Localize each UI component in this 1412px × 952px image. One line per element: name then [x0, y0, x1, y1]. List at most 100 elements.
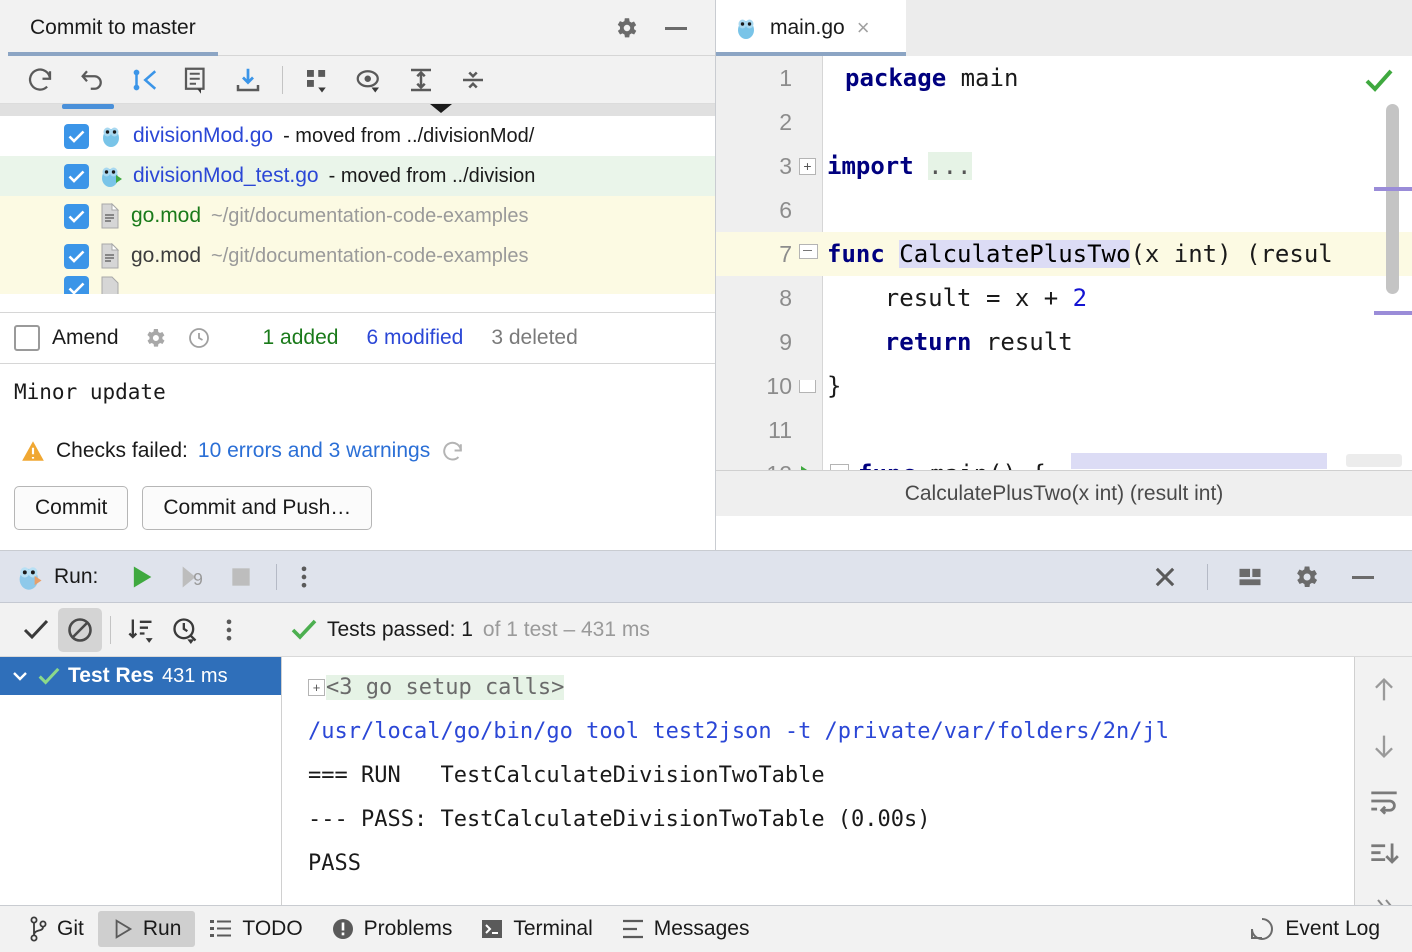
code-line[interactable]: 7 func CalculatePlusTwo(x int) (resul: [716, 232, 1412, 276]
code-line[interactable]: 9 return result: [716, 320, 1412, 364]
changed-files-list[interactable]: divisionMod.go - moved from ../divisionM…: [0, 104, 715, 312]
svg-text:9: 9: [194, 569, 204, 589]
checks-link[interactable]: 10 errors and 3 warnings: [198, 439, 430, 463]
test-tree-row[interactable]: Test Res 431 ms: [0, 657, 281, 695]
code-area[interactable]: 1 package main 2 3 + import ... 6: [716, 56, 1412, 516]
run-header: Run: 9: [0, 551, 1412, 603]
close-icon[interactable]: ×: [857, 17, 870, 39]
show-diff-icon[interactable]: [118, 57, 170, 103]
more-options-icon[interactable]: [299, 563, 309, 591]
console-line[interactable]: === RUN TestCalculateDivisionTwoTable: [308, 753, 1354, 797]
console-line[interactable]: + <3 go setup calls>: [308, 665, 1354, 709]
history-icon[interactable]: [187, 326, 211, 350]
editor-scrollbar[interactable]: [1386, 104, 1399, 294]
minimize-icon[interactable]: [661, 15, 691, 41]
file-checkbox[interactable]: [64, 276, 89, 294]
fold-expand-icon[interactable]: +: [792, 158, 823, 175]
filelist-clipped-bottom-row[interactable]: [0, 276, 715, 294]
file-checkbox[interactable]: [64, 204, 89, 229]
editor-panel: main.go × 1 package main 2 3: [716, 0, 1412, 550]
status-bar-item-git[interactable]: Git: [14, 910, 98, 948]
commit-and-push-button[interactable]: Commit and Push…: [142, 486, 372, 530]
line-text: import ...: [823, 152, 972, 180]
editor-tab-main-go[interactable]: main.go ×: [716, 0, 906, 56]
code-line[interactable]: 10 }: [716, 364, 1412, 408]
status-bar-item-run[interactable]: Run: [98, 911, 196, 947]
status-bar-item-terminal[interactable]: Terminal: [466, 911, 606, 947]
code-line[interactable]: 1 package main: [716, 56, 1412, 100]
rollback-icon[interactable]: [66, 57, 118, 103]
soft-wrap-icon[interactable]: [1369, 787, 1399, 815]
console-line[interactable]: PASS: [308, 841, 1354, 885]
download-icon[interactable]: [222, 57, 274, 103]
stop-icon[interactable]: [228, 564, 254, 590]
file-name: divisionMod.go: [133, 124, 273, 148]
file-row[interactable]: go.mod ~/git/documentation-code-examples: [0, 196, 715, 236]
file-row[interactable]: go.mod ~/git/documentation-code-examples: [0, 236, 715, 276]
file-checkbox[interactable]: [64, 124, 89, 149]
close-icon[interactable]: [1151, 563, 1179, 591]
code-line[interactable]: 2: [716, 100, 1412, 144]
commit-message-history-icon[interactable]: [170, 57, 222, 103]
code-line[interactable]: 3 + import ...: [716, 144, 1412, 188]
scroll-down-icon[interactable]: [1370, 731, 1398, 761]
commit-tab[interactable]: Commit to master: [0, 0, 218, 56]
fold-end-icon[interactable]: [792, 380, 823, 393]
toolbar-separator: [110, 616, 111, 644]
console-line-text: === RUN TestCalculateDivisionTwoTable: [308, 763, 825, 788]
console-line[interactable]: --- PASS: TestCalculateDivisionTwoTable …: [308, 797, 1354, 841]
commit-button[interactable]: Commit: [14, 486, 128, 530]
scroll-to-end-icon[interactable]: [1369, 841, 1399, 869]
line-text: }: [823, 372, 841, 400]
file-checkbox[interactable]: [64, 244, 89, 269]
rerun-icon[interactable]: [128, 563, 156, 591]
code-line[interactable]: 11: [716, 408, 1412, 452]
console-line[interactable]: /usr/local/go/bin/go tool test2json -t /…: [308, 709, 1354, 753]
gear-icon[interactable]: [143, 326, 167, 350]
group-modules-icon[interactable]: [291, 57, 343, 103]
settings-icon[interactable]: [1292, 563, 1320, 591]
file-row[interactable]: divisionMod.go - moved from ../divisionM…: [0, 116, 715, 156]
fold-collapse-icon[interactable]: [792, 244, 823, 265]
status-bar-label: Run: [143, 917, 182, 941]
line-number: 6: [716, 197, 792, 224]
status-bar-item-problems[interactable]: Problems: [317, 911, 467, 947]
run-tool-window: Run: 9: [0, 550, 1412, 905]
console-line-text[interactable]: /usr/local/go/bin/go tool test2json -t /…: [308, 719, 1169, 744]
refresh-icon[interactable]: [440, 439, 465, 464]
show-passed-icon[interactable]: [14, 608, 58, 652]
event-log-label[interactable]: Event Log: [1285, 917, 1380, 941]
refresh-changes-icon[interactable]: [14, 57, 66, 103]
gear-icon[interactable]: [613, 15, 639, 41]
preview-diff-icon[interactable]: [343, 57, 395, 103]
collapse-all-icon[interactable]: [447, 57, 499, 103]
hide-ignored-icon[interactable]: [58, 608, 102, 652]
amend-checkbox[interactable]: [14, 325, 40, 351]
sort-by-duration-icon[interactable]: [163, 608, 207, 652]
sort-alphabetically-icon[interactable]: [119, 608, 163, 652]
minimize-icon[interactable]: [1348, 563, 1378, 591]
expand-all-icon[interactable]: [395, 57, 447, 103]
code-line[interactable]: 6: [716, 188, 1412, 232]
test-console-output[interactable]: + <3 go setup calls> /usr/local/go/bin/g…: [282, 657, 1355, 906]
code-line[interactable]: 8 result = x + 2: [716, 276, 1412, 320]
commit-message-input[interactable]: Minor update: [0, 364, 715, 424]
completion-popup-accessory[interactable]: [1346, 454, 1402, 467]
fold-expand-icon[interactable]: +: [308, 679, 325, 696]
completion-popup-strip[interactable]: [1071, 453, 1327, 469]
file-detail: ~/git/documentation-code-examples: [211, 245, 528, 268]
status-bar-item-todo[interactable]: TODO: [195, 911, 316, 947]
layout-icon[interactable]: [1236, 563, 1264, 591]
file-row[interactable]: divisionMod_test.go - moved from ../divi…: [0, 156, 715, 196]
test-results-tree[interactable]: Test Res 431 ms: [0, 657, 282, 906]
inspection-ok-icon[interactable]: [1364, 68, 1394, 99]
rerun-failed-icon[interactable]: 9: [178, 563, 206, 591]
more-icon[interactable]: [207, 608, 251, 652]
parameter-info-hint: CalculatePlusTwo(x int) (result int): [716, 470, 1412, 516]
status-bar-item-messages[interactable]: Messages: [607, 911, 764, 947]
editor-body[interactable]: 1 package main 2 3 + import ... 6: [716, 56, 1412, 516]
chevron-down-icon[interactable]: [10, 668, 30, 684]
file-checkbox[interactable]: [64, 164, 89, 189]
warning-icon: [20, 438, 46, 464]
scroll-up-icon[interactable]: [1370, 675, 1398, 705]
